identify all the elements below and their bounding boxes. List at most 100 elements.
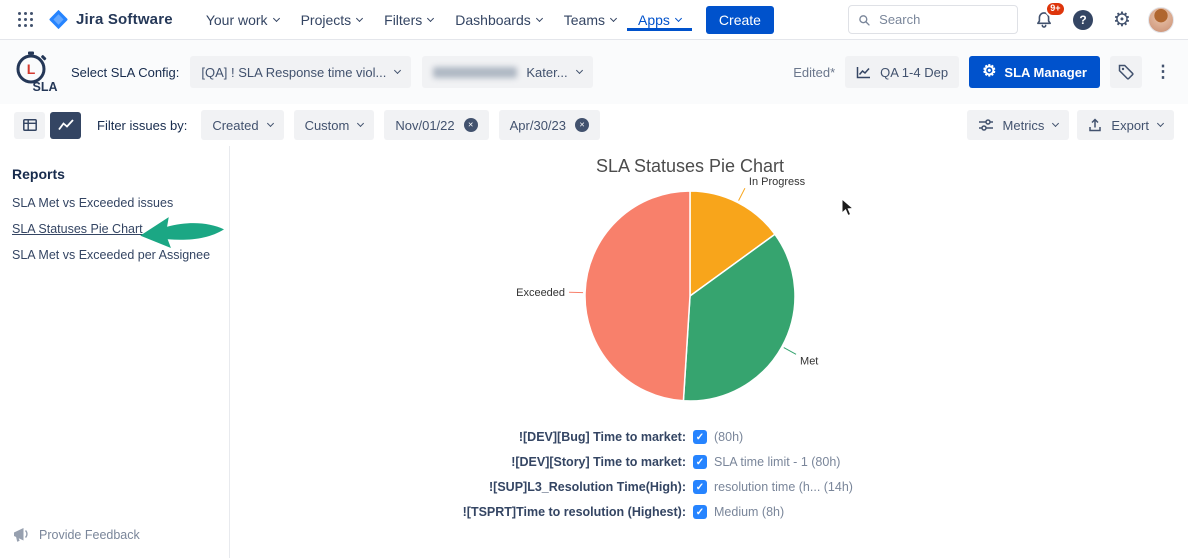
pie-chart-svg: In ProgressMetExceeded	[430, 162, 950, 430]
create-button[interactable]: Create	[706, 6, 774, 34]
project-dropdown[interactable]: Kater...	[422, 56, 592, 88]
chart-view-button[interactable]	[50, 112, 81, 139]
created-dropdown[interactable]: Created	[201, 110, 283, 140]
sla-setting-row: ![DEV][Bug] Time to market: (80h)	[200, 430, 1120, 444]
sla-manager-label: SLA Manager	[1004, 65, 1087, 80]
sla-logo-letter: L	[27, 61, 36, 77]
sla-setting-row: ![DEV][Story] Time to market:SLA time li…	[200, 455, 1120, 469]
edited-indicator: Edited*	[793, 65, 835, 80]
metrics-label: Metrics	[1003, 118, 1045, 133]
date-to-value: Apr/30/23	[510, 118, 566, 133]
nav-item-teams[interactable]: Teams	[553, 9, 627, 31]
sla-metric-label: ![SUP]L3_Resolution Time(High):	[376, 480, 686, 494]
nav-item-label: Filters	[384, 12, 422, 28]
nav-item-your-work[interactable]: Your work	[195, 9, 290, 31]
brand-title: Jira Software	[76, 11, 173, 28]
jira-brand[interactable]: Jira Software	[48, 9, 173, 30]
chevron-down-icon	[536, 14, 543, 21]
provide-feedback-link[interactable]: Provide Feedback	[12, 527, 140, 542]
report-list: SLA Met vs Exceeded issues SLA Statuses P…	[12, 196, 217, 262]
sidebar-title: Reports	[12, 166, 217, 182]
help-button[interactable]	[1070, 7, 1096, 33]
qa-dashboard-button[interactable]: QA 1-4 Dep	[845, 56, 959, 88]
search-input[interactable]	[877, 11, 1008, 28]
chevron-down-icon	[1052, 120, 1059, 127]
sla-checkbox-checked[interactable]	[693, 430, 707, 444]
jira-diamond-icon	[48, 9, 69, 30]
sla-config-dropdown[interactable]: [QA] ! SLA Response time viol...	[190, 56, 411, 88]
sla-limit-value: SLA time limit - 1 (80h)	[714, 455, 944, 469]
chevron-down-icon	[576, 67, 583, 74]
clear-date-icon[interactable]	[464, 118, 478, 132]
topnav-right: 9+	[848, 0, 1174, 39]
pie-label-leader-line	[739, 188, 745, 200]
labels-button[interactable]	[1110, 56, 1142, 88]
sla-metric-label: ![DEV][Bug] Time to market:	[376, 430, 686, 444]
sla-checkbox-checked[interactable]	[693, 455, 707, 469]
profile-avatar[interactable]	[1148, 7, 1174, 33]
select-config-label: Select SLA Config:	[71, 65, 179, 80]
megaphone-icon	[12, 527, 30, 542]
search-box[interactable]	[848, 5, 1018, 34]
export-icon	[1088, 118, 1102, 132]
notifications-button[interactable]: 9+	[1031, 7, 1057, 33]
sidebar-item-sla-statuses-pie-chart[interactable]: SLA Statuses Pie Chart	[12, 222, 217, 236]
search-icon	[858, 13, 870, 27]
content-area: Reports SLA Met vs Exceeded issues SLA St…	[0, 146, 1188, 558]
chevron-down-icon	[675, 14, 682, 21]
metrics-button[interactable]: Metrics	[967, 110, 1070, 140]
table-grid-icon	[23, 119, 37, 131]
primary-nav: Your work Projects Filters Dashboards Teams A…	[195, 9, 692, 31]
table-view-button[interactable]	[14, 112, 45, 139]
sla-app-logo: L SLA	[14, 51, 60, 93]
sla-checkbox-checked[interactable]	[693, 480, 707, 494]
sla-limit-value: (80h)	[714, 430, 944, 444]
app-switcher-icon[interactable]	[10, 5, 40, 35]
sla-setting-row: ![SUP]L3_Resolution Time(High):resolutio…	[200, 480, 1120, 494]
gear-icon	[982, 64, 996, 80]
nav-item-label: Your work	[206, 12, 268, 28]
feedback-label: Provide Feedback	[39, 528, 140, 542]
sla-metric-label: ![TSPRT]Time to resolution (Highest):	[376, 505, 686, 519]
nav-item-filters[interactable]: Filters	[373, 9, 444, 31]
pie-slice-label-exceeded: Exceeded	[516, 287, 565, 299]
nav-item-dashboards[interactable]: Dashboards	[444, 9, 553, 31]
nav-item-label: Dashboards	[455, 12, 531, 28]
date-to-chip[interactable]: Apr/30/23	[499, 110, 600, 140]
report-main: SLA Statuses Pie Chart In ProgressMetExc…	[230, 146, 1188, 558]
line-chart-icon	[856, 66, 871, 79]
view-toggle	[14, 112, 81, 139]
top-navigation-bar: Jira Software Your work Projects Filters Da…	[0, 0, 1188, 40]
nav-item-label: Teams	[564, 12, 605, 28]
settings-button[interactable]	[1109, 7, 1135, 33]
question-mark-icon	[1073, 10, 1093, 30]
pie-slice-exceeded[interactable]	[585, 191, 690, 401]
chevron-down-icon	[273, 14, 280, 21]
tag-icon	[1118, 64, 1134, 80]
config-bar-right: Edited* QA 1-4 Dep SLA Manager	[793, 56, 1174, 88]
filter-issues-label: Filter issues by:	[97, 118, 187, 133]
sla-manager-button[interactable]: SLA Manager	[969, 56, 1100, 88]
nav-item-apps[interactable]: Apps	[627, 9, 692, 31]
chevron-down-icon	[610, 14, 617, 21]
date-from-chip[interactable]: Nov/01/22	[384, 110, 488, 140]
chevron-down-icon	[356, 14, 363, 21]
nav-item-label: Projects	[301, 12, 352, 28]
nav-item-projects[interactable]: Projects	[290, 9, 374, 31]
sidebar-item-sla-met-vs-exceeded-issues[interactable]: SLA Met vs Exceeded issues	[12, 196, 217, 210]
range-dropdown[interactable]: Custom	[294, 110, 375, 140]
qa-dashboard-label: QA 1-4 Dep	[880, 65, 948, 80]
redacted-text-blur	[433, 67, 517, 78]
topnav-left: Jira Software Your work Projects Filters Da…	[10, 0, 774, 39]
date-from-value: Nov/01/22	[395, 118, 454, 133]
pie-label-leader-line	[784, 348, 796, 355]
sla-logo-text: SLA	[33, 80, 58, 93]
clear-date-icon[interactable]	[575, 118, 589, 132]
export-button[interactable]: Export	[1077, 110, 1174, 140]
export-label: Export	[1111, 118, 1149, 133]
sidebar-item-sla-met-vs-exceeded-per-assignee[interactable]: SLA Met vs Exceeded per Assignee	[12, 248, 217, 262]
reports-sidebar: Reports SLA Met vs Exceeded issues SLA St…	[0, 146, 230, 558]
sla-checkbox-checked[interactable]	[693, 505, 707, 519]
pie-slice-label-in-progress: In Progress	[749, 176, 806, 188]
more-menu-button[interactable]	[1152, 56, 1174, 88]
